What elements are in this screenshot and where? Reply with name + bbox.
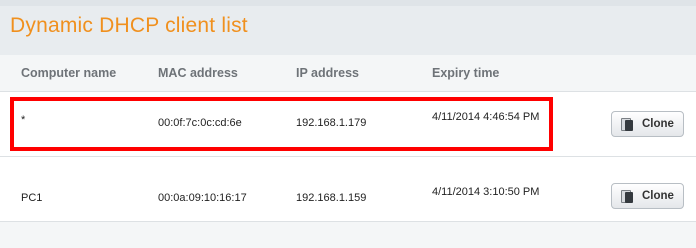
- column-header-ip-address: IP address: [296, 66, 360, 80]
- column-header-mac-address: MAC address: [158, 66, 238, 80]
- expiry-time-cell: 4/11/2014 4:46:54 PM: [432, 111, 540, 123]
- column-header-computer-name: Computer name: [21, 66, 117, 80]
- column-header-expiry-time: Expiry time: [432, 66, 500, 80]
- clone-button[interactable]: Clone: [611, 183, 684, 209]
- table-row: * 00:0f:7c:0c:cd:6e 192.168.1.179 4/11/2…: [0, 92, 696, 157]
- clone-icon: [621, 189, 635, 203]
- clone-button[interactable]: Clone: [611, 111, 684, 137]
- computer-name-cell: *: [21, 114, 26, 126]
- table-row: PC1 00:0a:09:10:16:17 192.168.1.159 4/11…: [0, 157, 696, 222]
- computer-name-cell: PC1: [21, 192, 43, 204]
- page-title: Dynamic DHCP client list: [10, 14, 248, 37]
- clone-button-label: Clone: [642, 190, 674, 202]
- expiry-time-cell: 4/11/2014 3:10:50 PM: [432, 186, 540, 198]
- clone-button-label: Clone: [642, 118, 674, 130]
- dhcp-client-table: Computer name MAC address IP address Exp…: [0, 55, 696, 248]
- ip-address-cell: 192.168.1.179: [296, 117, 367, 129]
- mac-address-cell: 00:0a:09:10:16:17: [158, 192, 247, 204]
- mac-address-cell: 00:0f:7c:0c:cd:6e: [158, 117, 242, 129]
- dhcp-client-page: Dynamic DHCP client list Computer name M…: [0, 0, 696, 248]
- clone-icon: [621, 117, 635, 131]
- top-strip: [0, 0, 696, 6]
- ip-address-cell: 192.168.1.159: [296, 192, 367, 204]
- table-header-row: Computer name MAC address IP address Exp…: [0, 55, 696, 92]
